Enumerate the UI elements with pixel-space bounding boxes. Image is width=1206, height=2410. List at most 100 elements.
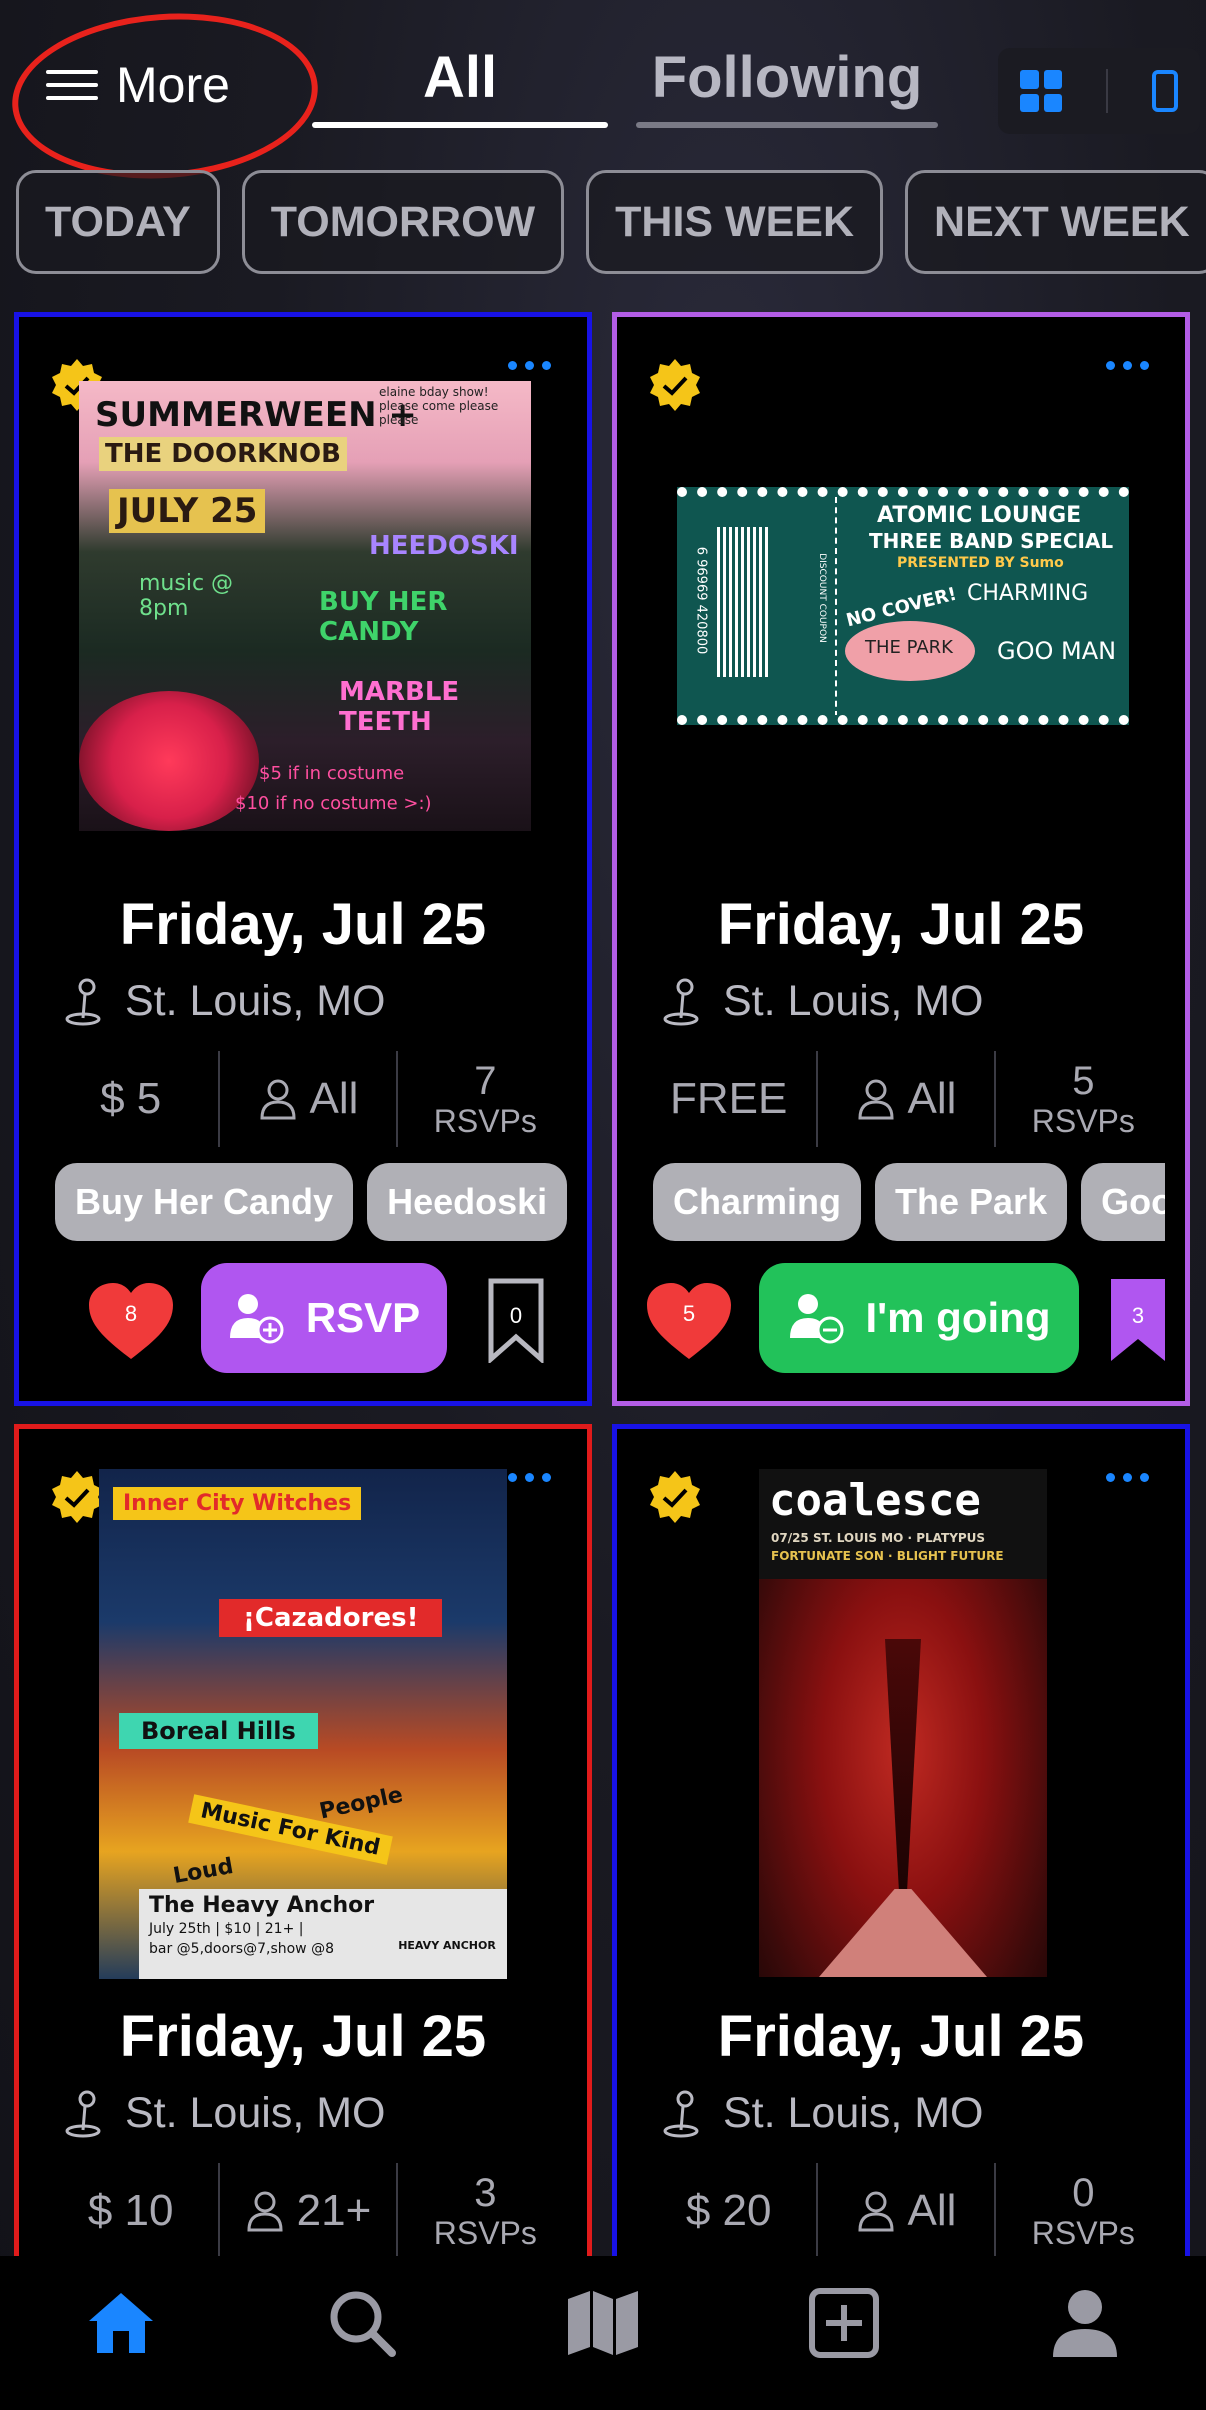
event-location: St. Louis, MO bbox=[661, 2089, 983, 2138]
single-view-icon[interactable] bbox=[1152, 70, 1178, 112]
filter-next-week[interactable]: NEXT WEEK bbox=[905, 170, 1206, 274]
artist-tag[interactable]: Heedoski bbox=[367, 1163, 567, 1241]
tab-following-underline bbox=[636, 122, 938, 128]
price-stat: $ 5 bbox=[100, 1074, 162, 1123]
more-options-icon[interactable] bbox=[508, 361, 551, 370]
more-options-icon[interactable] bbox=[1106, 361, 1149, 370]
event-poster[interactable]: Inner City Witches ¡Cazadores! Boreal Hi… bbox=[99, 1469, 507, 1979]
poster-text: GOO MAN bbox=[997, 637, 1117, 665]
price-stat: FREE bbox=[669, 1074, 788, 1123]
location-label: St. Louis, MO bbox=[723, 977, 984, 1025]
event-poster[interactable]: 6 96969 420800 DISCOUNT COUPON ATOMIC LO… bbox=[677, 487, 1129, 725]
age-label: All bbox=[907, 1074, 957, 1123]
artist-tag[interactable]: Buy Her Candy bbox=[55, 1163, 354, 1241]
rsvp-count: 0 bbox=[1072, 2171, 1095, 2215]
rsvp-stat: 0 RSVPs bbox=[993, 2163, 1171, 2259]
save-count: 0 bbox=[509, 1303, 523, 1328]
verified-badge-icon bbox=[650, 359, 700, 411]
poster-text: PRESENTED BY Sumo bbox=[897, 555, 1064, 571]
rsvp-label: RSVPs bbox=[1031, 2215, 1135, 2251]
poster-text: FORTUNATE SON · BLIGHT FUTURE bbox=[771, 1549, 1004, 1563]
poster-text: HEAVY ANCHOR bbox=[398, 1939, 496, 1952]
rsvp-label: RSVPs bbox=[433, 2215, 537, 2251]
person-icon bbox=[247, 2191, 283, 2232]
event-date: Friday, Jul 25 bbox=[119, 2004, 487, 2069]
grid-view-icon[interactable] bbox=[1020, 70, 1062, 112]
event-poster[interactable]: coalesce 07/25 ST. LOUIS MO · PLATYPUS F… bbox=[759, 1469, 1047, 1977]
going-button[interactable]: I'm going bbox=[759, 1263, 1079, 1373]
rsvp-stat: 3 RSVPs bbox=[395, 2163, 573, 2259]
going-label: I'm going bbox=[865, 1294, 1051, 1341]
like-button[interactable]: 8 bbox=[85, 1281, 177, 1361]
coupon-divider bbox=[835, 497, 837, 715]
age-label: 21+ bbox=[296, 2186, 372, 2235]
more-label: More bbox=[116, 57, 230, 113]
rsvp-stat: 5 RSVPs bbox=[993, 1051, 1171, 1147]
artist-tag[interactable]: The Park bbox=[875, 1163, 1068, 1241]
tab-following[interactable]: Following bbox=[636, 44, 938, 111]
nav-create[interactable] bbox=[799, 2278, 889, 2368]
poster-text: July 25th | $10 | 21+ | bbox=[149, 1921, 304, 1937]
poster-text: coalesce bbox=[769, 1475, 981, 1526]
filter-this-week[interactable]: THIS WEEK bbox=[586, 170, 884, 274]
profile-icon bbox=[1053, 2290, 1118, 2357]
filter-tomorrow[interactable]: TOMORROW bbox=[241, 170, 565, 274]
date-filter-chips: TODAY TOMORROW THIS WEEK NEXT WEEK bbox=[16, 170, 1206, 274]
person-icon bbox=[260, 1079, 296, 1120]
card-actions: 8 RSVP 0 bbox=[19, 1263, 587, 1373]
poster-text: HEEDOSKI bbox=[369, 531, 519, 561]
location-pin-icon bbox=[65, 2090, 101, 2137]
more-options-icon[interactable] bbox=[1106, 1473, 1149, 1482]
location-pin-icon bbox=[65, 978, 101, 1025]
event-card[interactable]: 6 96969 420800 DISCOUNT COUPON ATOMIC LO… bbox=[612, 312, 1190, 1406]
barcode bbox=[717, 527, 769, 677]
location-label: St. Louis, MO bbox=[125, 977, 386, 1025]
nav-search[interactable] bbox=[317, 2278, 407, 2368]
save-count: 3 bbox=[1131, 1303, 1145, 1328]
poster-text: BUY HER CANDY bbox=[319, 587, 448, 647]
card-actions: 5 I'm going 3 bbox=[617, 1263, 1185, 1373]
location-label: St. Louis, MO bbox=[723, 2089, 984, 2137]
age-stat: All bbox=[816, 1051, 993, 1147]
event-stats: $ 10 21+ 3 RSVPs bbox=[43, 2163, 573, 2259]
like-button[interactable]: 5 bbox=[643, 1281, 735, 1361]
poster-text: MARBLE TEETH bbox=[339, 677, 460, 737]
filter-today[interactable]: TODAY bbox=[16, 170, 220, 274]
rsvp-button[interactable]: RSVP bbox=[201, 1263, 447, 1373]
event-card[interactable]: SUMMERWEEN + elaine bday show! please co… bbox=[14, 312, 592, 1406]
add-icon bbox=[809, 2288, 880, 2358]
person-icon bbox=[858, 2191, 894, 2232]
age-label: All bbox=[309, 1074, 359, 1123]
poster-text: Boreal Hills bbox=[119, 1713, 318, 1749]
poster-text: DISCOUNT COUPON bbox=[816, 553, 827, 643]
tab-all[interactable]: All bbox=[312, 44, 608, 111]
more-menu-button[interactable]: More bbox=[46, 56, 230, 114]
remove-person-icon bbox=[789, 1294, 844, 1344]
poster-text: SUMMERWEEN + bbox=[95, 395, 417, 435]
nav-profile[interactable] bbox=[1040, 2278, 1130, 2368]
nav-home[interactable] bbox=[76, 2278, 166, 2368]
poster-text: The Heavy Anchor bbox=[149, 1893, 375, 1918]
event-date: Friday, Jul 25 bbox=[119, 892, 487, 957]
poster-text: bar @5,doors@7,show @8 bbox=[149, 1941, 334, 1957]
poster-text: elaine bday show! please come please ple… bbox=[379, 385, 499, 427]
nav-map[interactable] bbox=[558, 2278, 648, 2368]
poster-text: THREE BAND SPECIAL bbox=[869, 529, 1114, 553]
rsvp-count: 3 bbox=[474, 2171, 497, 2215]
bottom-tab-bar bbox=[0, 2256, 1206, 2410]
events-feed-screen: More All Following TODAY TOMORROW THIS W… bbox=[0, 0, 1206, 2410]
poster-text: Inner City Witches bbox=[113, 1487, 362, 1520]
road bbox=[819, 1889, 987, 1977]
save-button[interactable]: 3 bbox=[1109, 1277, 1167, 1363]
artist-tag[interactable]: Charming bbox=[653, 1163, 862, 1241]
event-location: St. Louis, MO bbox=[63, 977, 385, 1026]
poster-text: $5 if in costume bbox=[259, 763, 405, 784]
save-button[interactable]: 0 bbox=[487, 1277, 545, 1365]
artist-tag[interactable]: Goo bbox=[1081, 1163, 1165, 1241]
poster-text: JULY 25 bbox=[109, 489, 266, 533]
more-options-icon[interactable] bbox=[508, 1473, 551, 1482]
view-toggle bbox=[998, 48, 1200, 134]
event-stats: FREE All 5 RSVPs bbox=[641, 1051, 1171, 1147]
event-location: St. Louis, MO bbox=[661, 977, 983, 1026]
event-poster[interactable]: SUMMERWEEN + elaine bday show! please co… bbox=[79, 381, 531, 831]
